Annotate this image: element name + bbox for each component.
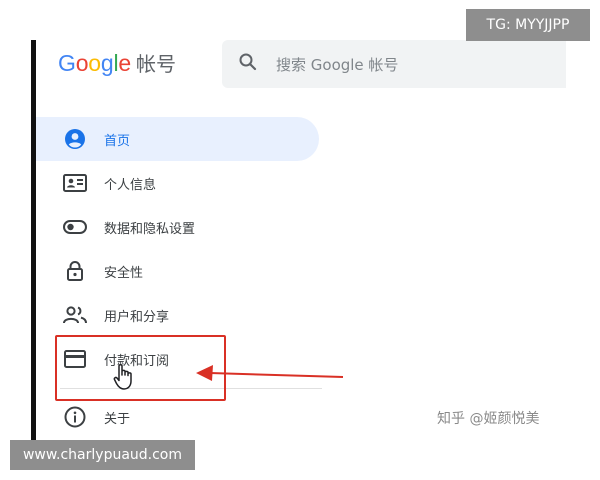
watermark-telegram: TG: MYYJJPP (466, 9, 590, 41)
watermark-website: www.charlypuaud.com (10, 440, 195, 470)
hand-pointer-icon (113, 363, 132, 390)
watermark-zhihu: 知乎 @姬颜悦美 (437, 411, 540, 427)
